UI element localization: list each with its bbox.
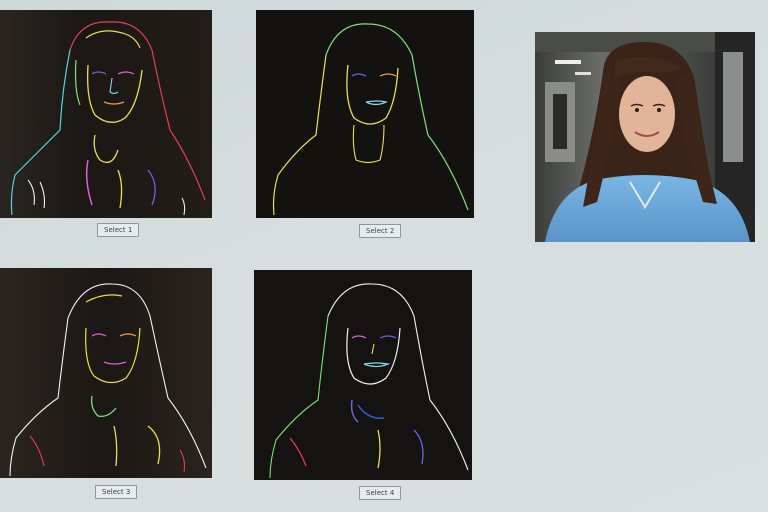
- edge-map-panel-3: [0, 268, 212, 478]
- edge-map-drawing-2: [272, 23, 469, 216]
- select-2-button[interactable]: Select 2: [359, 224, 402, 238]
- edge-map-drawing-1: [10, 21, 206, 216]
- edge-map-drawing-4: [269, 283, 469, 479]
- portrait-photo: [535, 32, 755, 242]
- select-1-button[interactable]: Select 1: [97, 223, 140, 237]
- select-4-button[interactable]: Select 4: [359, 486, 402, 500]
- portrait-photo-image: [535, 32, 755, 242]
- select-3-button[interactable]: Select 3: [95, 485, 138, 499]
- edge-map-panel-2: [256, 10, 474, 218]
- edge-map-panel-4: [254, 270, 472, 480]
- edge-map-drawing-3: [9, 283, 207, 477]
- edge-map-panel-1: [0, 10, 212, 218]
